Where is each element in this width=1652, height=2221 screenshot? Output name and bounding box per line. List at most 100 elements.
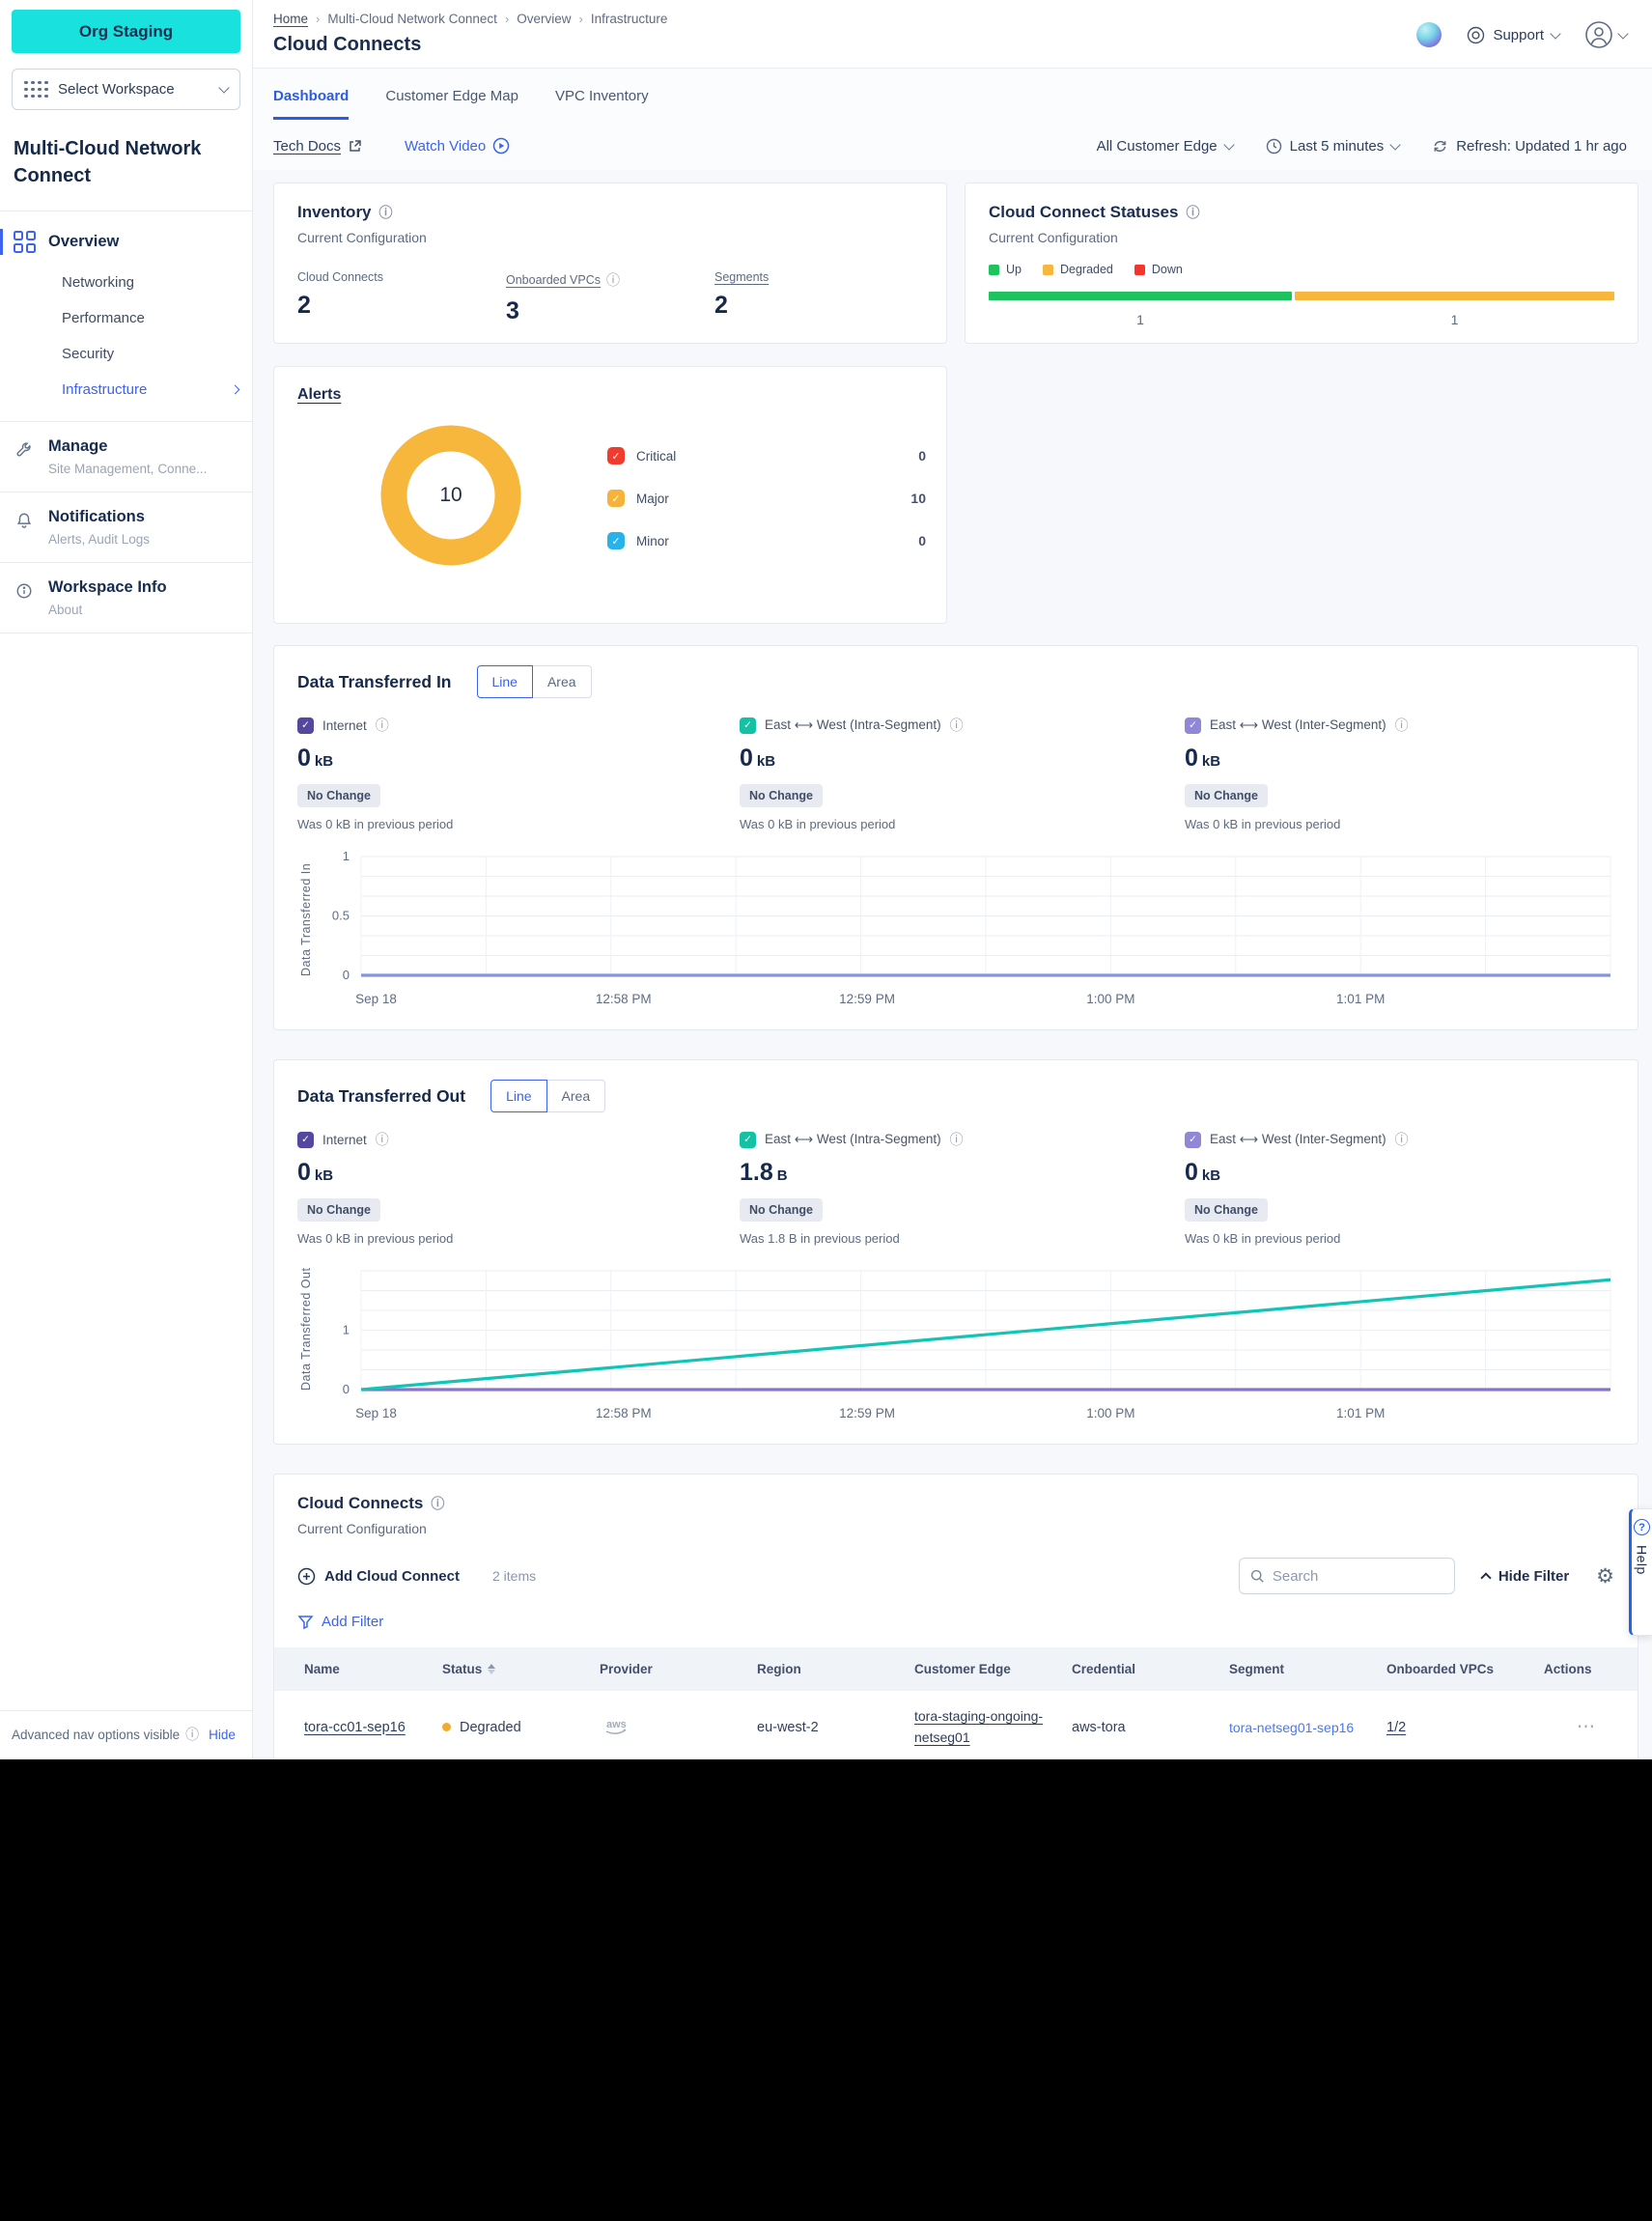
stat-value: 2 <box>714 292 923 320</box>
chevron-up-icon <box>1480 1572 1491 1583</box>
metric-unit: B <box>777 1167 788 1184</box>
col-segment[interactable]: Segment <box>1229 1662 1386 1676</box>
dashboard-content: Inventory ⓘ Current Configuration Cloud … <box>253 170 1652 1759</box>
info-icon[interactable]: ⓘ <box>376 1130 389 1149</box>
chevron-down-icon <box>1223 139 1234 150</box>
row-segment-link[interactable]: tora-netseg01-sep16 <box>1229 1720 1386 1735</box>
stat-label-link[interactable]: Segments <box>714 270 769 284</box>
statuses-legend: Up Degraded Down <box>989 263 1614 276</box>
hide-advanced-nav-link[interactable]: Hide <box>209 1728 236 1742</box>
sidebar-item-workspace-info[interactable]: Workspace Info About <box>0 563 252 633</box>
stat-onboarded-vpcs: Onboarded VPCsⓘ 3 <box>506 270 714 325</box>
svg-text:Sep 18: Sep 18 <box>355 1406 397 1420</box>
inventory-card: Inventory ⓘ Current Configuration Cloud … <box>273 183 947 344</box>
search-box <box>1239 1558 1455 1594</box>
user-menu[interactable] <box>1584 20 1627 49</box>
tab-customer-edge-map[interactable]: Customer Edge Map <box>385 88 518 120</box>
col-customer-edge[interactable]: Customer Edge <box>914 1662 1072 1676</box>
sidebar-item-manage[interactable]: Manage Site Management, Conne... <box>0 422 252 492</box>
inter-segment-checkbox[interactable]: ✓ <box>1185 1132 1201 1148</box>
sidebar-item-notifications[interactable]: Notifications Alerts, Audit Logs <box>0 492 252 562</box>
row-actions-menu[interactable]: ⋯ <box>1577 1716 1638 1738</box>
breadcrumb-home[interactable]: Home <box>273 12 308 26</box>
time-range-selector[interactable]: Last 5 minutes <box>1266 138 1400 155</box>
inter-segment-checkbox[interactable]: ✓ <box>1185 717 1201 734</box>
search-input[interactable] <box>1273 1568 1443 1585</box>
breadcrumb-infrastructure[interactable]: Infrastructure <box>591 12 668 26</box>
info-icon[interactable]: ⓘ <box>950 716 964 735</box>
internet-checkbox[interactable]: ✓ <box>297 717 314 734</box>
row-customer-edge-link[interactable]: tora-staging-ongoing-netseg01 <box>914 1706 1059 1748</box>
legend-label: Up <box>1006 263 1022 276</box>
metric-unit: kB <box>1202 1167 1220 1184</box>
legend-label: Major <box>636 492 669 506</box>
status-bar-segment <box>1295 292 1614 300</box>
org-sphere-icon[interactable] <box>1416 22 1442 47</box>
tech-docs-link[interactable]: Tech Docs <box>273 138 362 155</box>
breadcrumb-overview[interactable]: Overview <box>517 12 571 26</box>
sidebar-item-performance[interactable]: Performance <box>0 300 252 336</box>
alerts-legend-minor: ✓ Minor 0 <box>607 520 926 562</box>
col-status[interactable]: Status <box>442 1662 600 1676</box>
col-name[interactable]: Name <box>304 1662 442 1676</box>
row-name-link[interactable]: tora-cc01-sep16 <box>304 1720 442 1735</box>
support-menu[interactable]: Support <box>1467 26 1559 44</box>
info-icon[interactable]: ⓘ <box>379 203 393 222</box>
data-out-ylabel: Data Transferred Out <box>299 1267 313 1391</box>
info-icon[interactable]: ⓘ <box>950 1130 964 1149</box>
minor-checkbox[interactable]: ✓ <box>607 532 625 549</box>
legend-down: Down <box>1134 263 1183 276</box>
cloud-connects-subtitle: Current Configuration <box>297 1521 1614 1536</box>
info-icon[interactable]: ⓘ <box>1395 716 1409 735</box>
metric-unit: kB <box>1202 753 1220 770</box>
stat-label-link[interactable]: Onboarded VPCs <box>506 273 601 287</box>
sidebar-item-networking[interactable]: Networking <box>0 265 252 300</box>
help-tab[interactable]: ? Help <box>1629 1508 1652 1636</box>
metric-value: 0 <box>297 745 311 772</box>
legend-degraded: Degraded <box>1043 263 1113 276</box>
customer-edge-filter[interactable]: All Customer Edge <box>1097 138 1233 155</box>
tab-dashboard[interactable]: Dashboard <box>273 88 349 120</box>
gear-icon[interactable]: ⚙ <box>1596 1566 1614 1587</box>
row-onboarded-link[interactable]: 1/2 <box>1386 1720 1544 1735</box>
col-onboarded-vpcs[interactable]: Onboarded VPCs <box>1386 1662 1544 1676</box>
svg-text:Sep 18: Sep 18 <box>355 992 397 1006</box>
tab-bar: Dashboard Customer Edge Map VPC Inventor… <box>253 69 1652 120</box>
apps-grid-icon <box>24 81 48 98</box>
add-filter-button[interactable]: Add Filter <box>297 1614 1614 1630</box>
org-staging-button[interactable]: Org Staging <box>12 10 240 53</box>
workspace-selector[interactable]: Select Workspace <box>12 69 240 110</box>
add-cloud-connect-button[interactable]: Add Cloud Connect <box>297 1567 460 1586</box>
info-icon[interactable]: ⓘ <box>606 270 620 290</box>
breadcrumb-mcnc[interactable]: Multi-Cloud Network Connect <box>327 12 497 26</box>
refresh-icon <box>1432 138 1448 155</box>
metric-unit: kB <box>315 1167 333 1184</box>
major-checkbox[interactable]: ✓ <box>607 490 625 507</box>
intra-segment-checkbox[interactable]: ✓ <box>740 1132 756 1148</box>
refresh-button[interactable]: Refresh: Updated 1 hr ago <box>1432 138 1627 155</box>
critical-checkbox[interactable]: ✓ <box>607 447 625 464</box>
alerts-title[interactable]: Alerts <box>297 386 341 403</box>
sidebar-item-infrastructure[interactable]: Infrastructure <box>0 372 252 408</box>
toggle-line[interactable]: Line <box>490 1080 546 1112</box>
info-icon[interactable]: ⓘ <box>1395 1130 1409 1149</box>
col-provider[interactable]: Provider <box>600 1662 757 1676</box>
notifications-label: Notifications <box>48 508 150 526</box>
col-credential[interactable]: Credential <box>1072 1662 1229 1676</box>
sidebar-item-security[interactable]: Security <box>0 336 252 372</box>
svg-text:0: 0 <box>343 968 350 982</box>
intra-segment-checkbox[interactable]: ✓ <box>740 717 756 734</box>
toggle-area[interactable]: Area <box>547 1080 606 1112</box>
info-icon[interactable]: ⓘ <box>1186 203 1199 222</box>
info-icon[interactable]: ⓘ <box>376 716 389 735</box>
watch-video-link[interactable]: Watch Video <box>405 137 510 155</box>
toggle-line[interactable]: Line <box>477 665 533 698</box>
tab-vpc-inventory[interactable]: VPC Inventory <box>555 88 649 120</box>
hide-filter-button[interactable]: Hide Filter <box>1482 1568 1569 1585</box>
col-region[interactable]: Region <box>757 1662 914 1676</box>
sidebar-item-overview[interactable]: Overview <box>0 229 252 255</box>
internet-checkbox[interactable]: ✓ <box>297 1132 314 1148</box>
info-icon[interactable]: ⓘ <box>431 1494 444 1513</box>
sort-icon[interactable] <box>488 1664 495 1674</box>
toggle-area[interactable]: Area <box>533 665 592 698</box>
